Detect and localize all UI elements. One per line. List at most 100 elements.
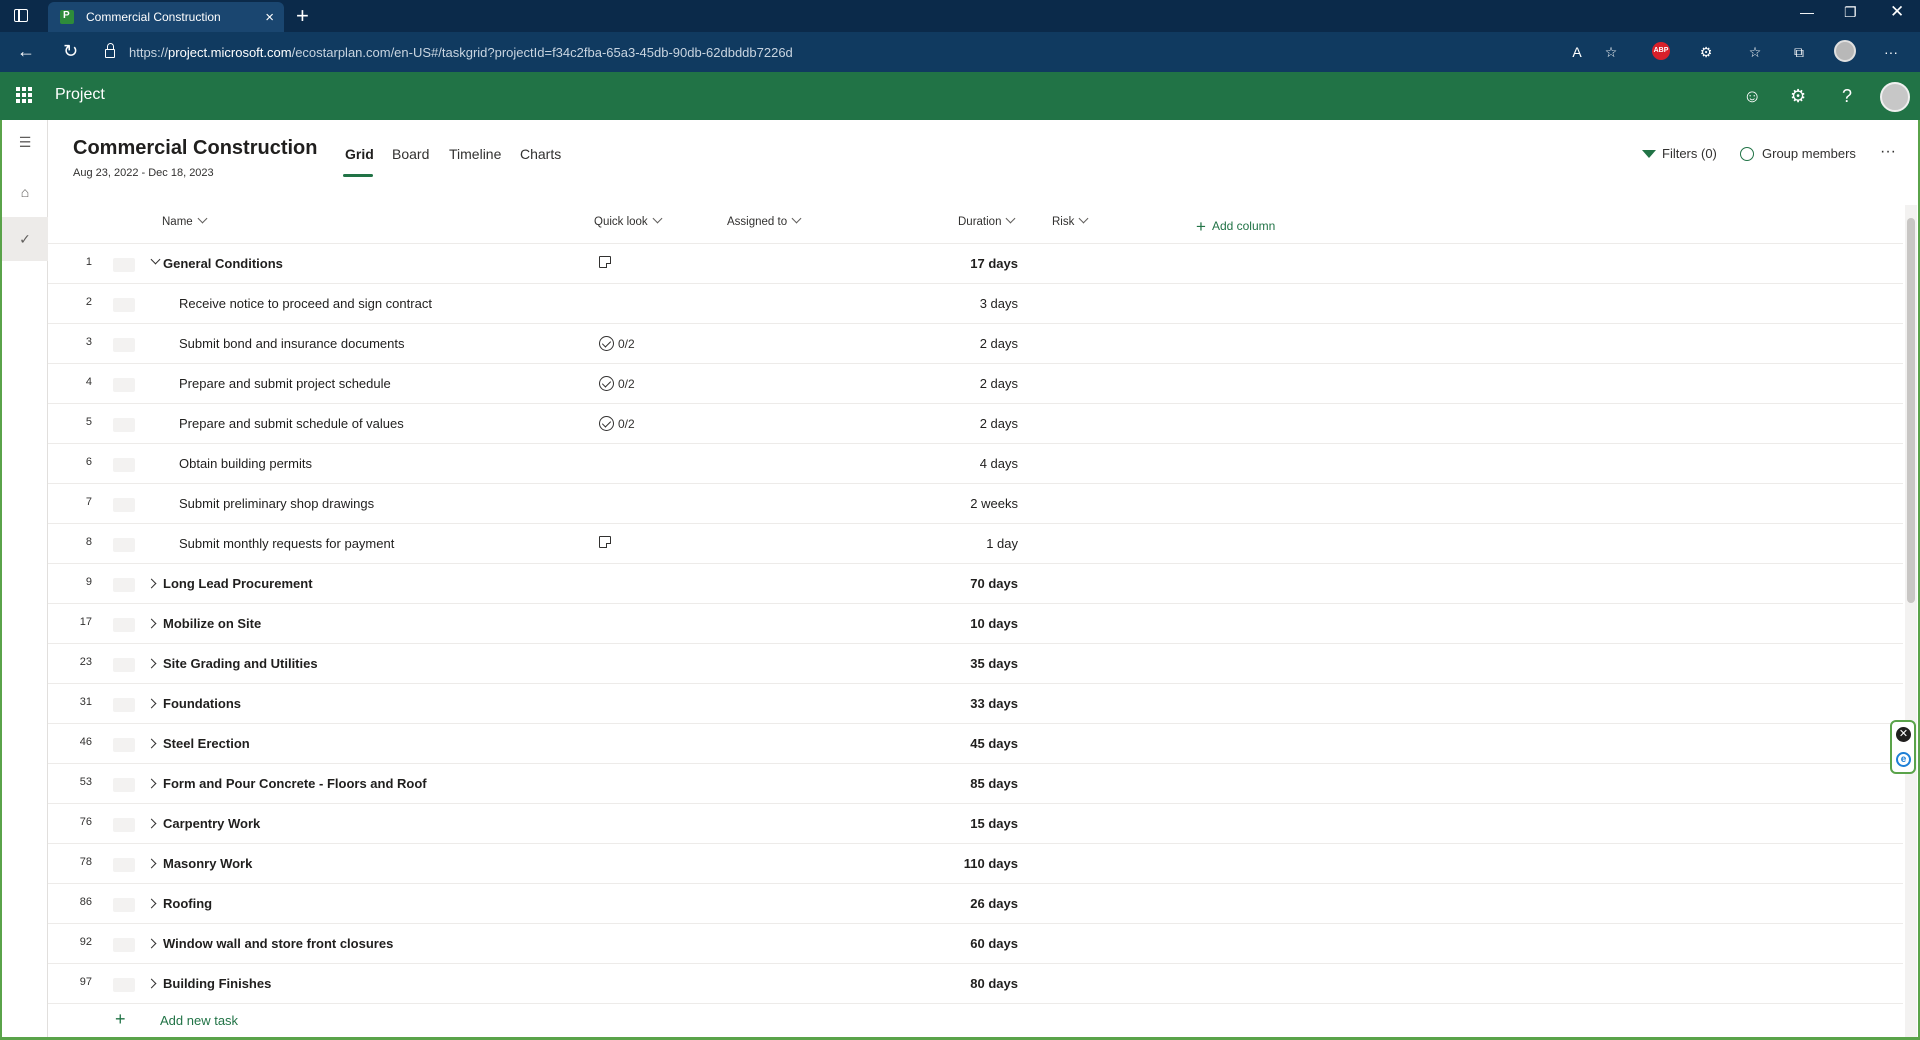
row-select-box[interactable] <box>113 258 135 272</box>
row-select-box[interactable] <box>113 618 135 632</box>
app-name[interactable]: Project <box>55 86 105 104</box>
row-select-box[interactable] <box>113 578 135 592</box>
chevron-right-icon[interactable] <box>146 578 157 589</box>
task-duration[interactable]: 1 day <box>918 536 1018 551</box>
chevron-right-icon[interactable] <box>146 778 157 789</box>
browser-tab[interactable]: Commercial Construction × <box>48 2 284 32</box>
task-duration[interactable]: 15 days <box>918 816 1018 831</box>
chevron-right-icon[interactable] <box>146 658 157 669</box>
task-duration[interactable]: 3 days <box>918 296 1018 311</box>
task-name[interactable]: Receive notice to proceed and sign contr… <box>179 296 432 311</box>
task-duration[interactable]: 4 days <box>918 456 1018 471</box>
task-name[interactable]: Window wall and store front closures <box>163 936 393 951</box>
hamburger-menu-icon[interactable]: ☰ <box>2 120 48 164</box>
task-duration[interactable]: 10 days <box>918 616 1018 631</box>
chevron-right-icon[interactable] <box>146 978 157 989</box>
chevron-right-icon[interactable] <box>146 738 157 749</box>
help-icon[interactable]: ? <box>1842 86 1852 107</box>
chevron-right-icon[interactable] <box>146 898 157 909</box>
table-row[interactable]: 92 Window wall and store front closures 60… <box>48 923 1903 963</box>
tab-grid[interactable]: Grid <box>345 146 374 162</box>
project-title[interactable]: Commercial Construction <box>73 137 317 160</box>
group-members-button[interactable]: Group members <box>1740 146 1856 161</box>
row-select-box[interactable] <box>113 738 135 752</box>
task-name[interactable]: Masonry Work <box>163 856 252 871</box>
chevron-right-icon[interactable] <box>146 858 157 869</box>
close-tab-icon[interactable]: × <box>265 9 274 26</box>
task-name[interactable]: Prepare and submit project schedule <box>179 376 391 391</box>
column-header-duration[interactable]: Duration <box>958 213 1016 228</box>
table-row[interactable]: 78 Masonry Work 110 days <box>48 843 1903 883</box>
extensions-icon[interactable]: ⚙ <box>1697 43 1715 61</box>
refresh-icon[interactable]: ↻ <box>63 41 78 62</box>
task-duration[interactable]: 110 days <box>918 856 1018 871</box>
task-duration[interactable]: 26 days <box>918 896 1018 911</box>
more-options-icon[interactable]: ··· <box>1880 143 1896 161</box>
task-name[interactable]: Carpentry Work <box>163 816 260 831</box>
column-header-name[interactable]: Name <box>162 213 208 228</box>
add-task-plus-icon[interactable]: + <box>115 1009 126 1030</box>
task-duration[interactable]: 70 days <box>918 576 1018 591</box>
task-name[interactable]: General Conditions <box>163 256 283 271</box>
row-select-box[interactable] <box>113 658 135 672</box>
add-favorite-icon[interactable]: ☆ <box>1602 43 1620 61</box>
table-row[interactable]: 31 Foundations 33 days <box>48 683 1903 723</box>
table-row[interactable]: 7 Submit preliminary shop drawings 2 weeks <box>48 483 1903 523</box>
browser-profile-avatar[interactable] <box>1834 40 1856 62</box>
task-name[interactable]: Long Lead Procurement <box>163 576 313 591</box>
table-row[interactable]: 1 General Conditions 17 days <box>48 243 1903 283</box>
task-duration[interactable]: 45 days <box>918 736 1018 751</box>
row-select-box[interactable] <box>113 938 135 952</box>
row-select-box[interactable] <box>113 298 135 312</box>
task-duration[interactable]: 60 days <box>918 936 1018 951</box>
new-tab-icon[interactable]: + <box>296 3 309 29</box>
task-name[interactable]: Site Grading and Utilities <box>163 656 318 671</box>
task-name[interactable]: Foundations <box>163 696 241 711</box>
table-row[interactable]: 97 Building Finishes 80 days <box>48 963 1903 1003</box>
table-row[interactable]: 8 Submit monthly requests for payment 1 da… <box>48 523 1903 563</box>
task-duration[interactable]: 17 days <box>918 256 1018 271</box>
quick-look-cell[interactable]: 0/2 <box>599 416 635 431</box>
tab-actions-icon[interactable] <box>14 9 28 22</box>
close-window-icon[interactable]: ✕ <box>1890 2 1904 22</box>
task-duration[interactable]: 80 days <box>918 976 1018 991</box>
chevron-right-icon[interactable] <box>146 618 157 629</box>
edge-widget-icon[interactable]: e <box>1896 752 1911 767</box>
row-select-box[interactable] <box>113 378 135 392</box>
adblock-extension-icon[interactable]: ABP <box>1652 42 1670 60</box>
tab-charts[interactable]: Charts <box>520 146 561 162</box>
table-row[interactable]: 6 Obtain building permits 4 days <box>48 443 1903 483</box>
settings-gear-icon[interactable]: ⚙ <box>1790 86 1806 107</box>
task-duration[interactable]: 85 days <box>918 776 1018 791</box>
user-avatar[interactable] <box>1880 82 1910 112</box>
collections-icon[interactable]: ⧉ <box>1790 43 1808 61</box>
table-row[interactable]: 5 Prepare and submit schedule of values 0/… <box>48 403 1903 443</box>
tab-board[interactable]: Board <box>392 146 429 162</box>
minimize-icon[interactable]: — <box>1800 4 1814 20</box>
row-select-box[interactable] <box>113 498 135 512</box>
add-new-task-button[interactable]: Add new task <box>160 1013 238 1028</box>
restore-icon[interactable]: ❐ <box>1844 4 1857 21</box>
table-row[interactable]: 3 Submit bond and insurance documents 0/2 2… <box>48 323 1903 363</box>
favorites-icon[interactable]: ☆ <box>1746 43 1764 61</box>
table-row[interactable]: 17 Mobilize on Site 10 days <box>48 603 1903 643</box>
row-select-box[interactable] <box>113 698 135 712</box>
table-row[interactable]: 46 Steel Erection 45 days <box>48 723 1903 763</box>
row-select-box[interactable] <box>113 898 135 912</box>
quick-look-cell[interactable]: 0/2 <box>599 336 635 351</box>
task-duration[interactable]: 2 weeks <box>918 496 1018 511</box>
task-name[interactable]: Mobilize on Site <box>163 616 261 631</box>
row-select-box[interactable] <box>113 818 135 832</box>
row-select-box[interactable] <box>113 458 135 472</box>
table-row[interactable]: 9 Long Lead Procurement 70 days <box>48 563 1903 603</box>
back-icon[interactable]: ← <box>17 41 35 62</box>
chevron-right-icon[interactable] <box>146 938 157 949</box>
quick-look-cell[interactable] <box>599 256 611 268</box>
task-name[interactable]: Building Finishes <box>163 976 271 991</box>
task-name[interactable]: Submit bond and insurance documents <box>179 336 404 351</box>
table-row[interactable]: 76 Carpentry Work 15 days <box>48 803 1903 843</box>
table-row[interactable]: 4 Prepare and submit project schedule 0/2 2… <box>48 363 1903 403</box>
task-duration[interactable]: 33 days <box>918 696 1018 711</box>
home-icon[interactable]: ⌂ <box>2 170 48 214</box>
chevron-right-icon[interactable] <box>146 818 157 829</box>
